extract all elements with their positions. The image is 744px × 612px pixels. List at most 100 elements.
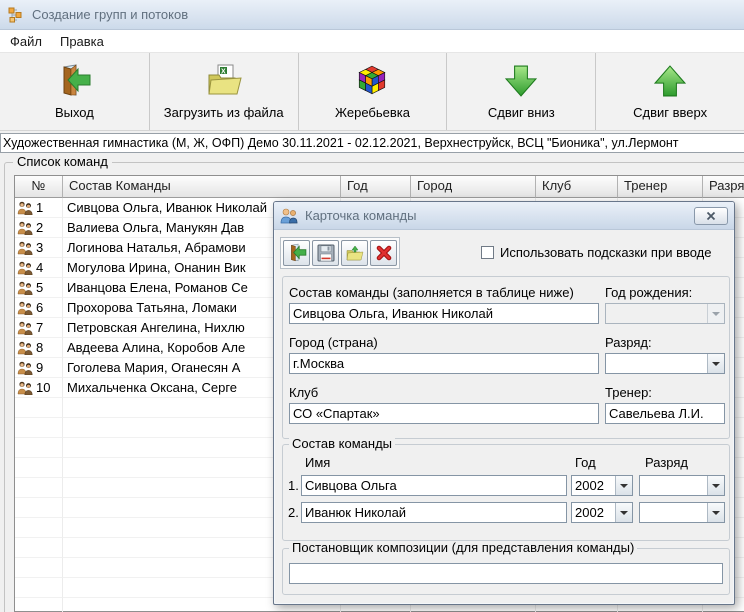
composer-group-label: Постановщик композиции (для представлени… [289,541,637,555]
toolbar-button-label: Жеребьевка [335,105,410,120]
dialog-exit-button[interactable] [283,240,310,266]
window-title: Создание групп и потоков [32,7,188,22]
shift-up-button[interactable]: Сдвиг вверх [595,53,744,130]
team-number: 2 [36,218,43,237]
dialog-body: Использовать подсказки при вводе Состав … [274,230,734,604]
team-number: 7 [36,318,43,337]
composer-field[interactable] [289,563,723,584]
chevron-down-icon[interactable] [707,503,724,522]
member-row-index: 2. [288,505,299,520]
dialog-delete-button[interactable] [370,240,397,266]
member-name-column-label: Имя [305,455,330,470]
draw-lots-button[interactable]: Жеребьевка [298,53,447,130]
toolbar-button-label: Выход [55,105,94,120]
member-grade-column-label: Разряд [645,455,688,470]
team-people-icon [17,301,33,315]
member-year-value: 2002 [575,478,614,493]
team-members-group-label: Состав команды [289,437,395,451]
team-people-icon [17,381,33,395]
member-grade-combobox[interactable] [639,502,725,523]
dialog-close-button[interactable] [694,207,728,225]
member-row-index: 1. [288,478,299,493]
exit-button[interactable]: Выход [0,53,149,130]
table-cell: 2 [15,218,63,238]
toolbar-button-label: Сдвиг вниз [488,105,555,120]
shift-down-button[interactable]: Сдвиг вниз [446,53,595,130]
member-year-column-label: Год [575,455,596,470]
member-year-combobox[interactable]: 2002 [571,502,633,523]
load-folder-icon [345,245,364,262]
team-card-icon [280,208,298,224]
table-cell [15,478,63,498]
trainer-field[interactable] [605,403,725,424]
table-cell: 3 [15,238,63,258]
team-people-icon [17,241,33,255]
table-cell: 6 [15,298,63,318]
exit-door-icon [56,61,92,101]
arrow-down-icon [505,61,537,101]
column-header-trainer[interactable]: Тренер [618,176,703,198]
table-cell [15,418,63,438]
member-name-field[interactable] [301,475,567,496]
column-header-club[interactable]: Клуб [536,176,618,198]
menu-file[interactable]: Файл [2,31,50,52]
table-cell [15,598,63,612]
table-cell: 1 [15,198,63,218]
chevron-down-icon[interactable] [707,304,724,323]
close-icon [706,211,716,221]
team-composition-label: Состав команды (заполняется в таблице ни… [289,285,574,300]
window-titlebar: Создание групп и потоков [0,0,744,30]
team-number: 10 [36,378,50,397]
team-number: 4 [36,258,43,277]
table-cell: 10 [15,378,63,398]
svg-text:X: X [221,69,226,76]
grade-combobox[interactable] [605,353,725,374]
city-field[interactable] [289,353,599,374]
column-header-team[interactable]: Состав Команды [63,176,341,198]
team-people-icon [17,341,33,355]
table-cell [15,538,63,558]
chevron-down-icon[interactable] [615,476,632,495]
hints-checkbox-row: Использовать подсказки при вводе [481,245,712,260]
table-cell [15,438,63,458]
chevron-down-icon[interactable] [707,476,724,495]
team-number: 3 [36,238,43,257]
club-field[interactable] [289,403,599,424]
member-year-combobox[interactable]: 2002 [571,475,633,496]
dialog-save-button[interactable] [312,240,339,266]
chevron-down-icon[interactable] [615,503,632,522]
team-fields-group: Состав команды (заполняется в таблице ни… [282,276,730,439]
app-icon [8,7,24,23]
load-from-file-button[interactable]: X Загрузить из файла [149,53,298,130]
team-people-icon [17,281,33,295]
column-header-grade[interactable]: Разряд [703,176,744,198]
chevron-down-icon[interactable] [707,354,724,373]
team-members-group: Состав команды Имя Год Разряд 1. 2002 2.… [282,444,730,541]
table-cell: 5 [15,278,63,298]
team-composition-field[interactable] [289,303,599,324]
city-label: Город (страна) [289,335,378,350]
member-grade-combobox[interactable] [639,475,725,496]
column-header-num[interactable]: № [15,176,63,198]
table-cell: 9 [15,358,63,378]
save-icon [317,244,335,262]
team-number: 6 [36,298,43,317]
dialog-toolbar [280,237,400,269]
table-cell [15,518,63,538]
toolbar-button-label: Сдвиг вверх [633,105,707,120]
hints-checkbox[interactable] [481,246,494,259]
member-name-field[interactable] [301,502,567,523]
column-header-year[interactable]: Год [341,176,411,198]
menu-edit[interactable]: Правка [52,31,112,52]
birth-year-combobox[interactable] [605,303,725,324]
dialog-load-button[interactable] [341,240,368,266]
dialog-title: Карточка команды [305,208,694,223]
column-header-city[interactable]: Город [411,176,536,198]
team-people-icon [17,361,33,375]
composer-group: Постановщик композиции (для представлени… [282,548,730,595]
main-toolbar: Выход X Загрузить из файла [0,53,744,131]
app-window: Создание групп и потоков Файл Правка Вых… [0,0,744,612]
team-number: 8 [36,338,43,357]
table-cell [15,458,63,478]
team-table-header: № Состав Команды Год Город Клуб Тренер Р… [15,176,744,198]
